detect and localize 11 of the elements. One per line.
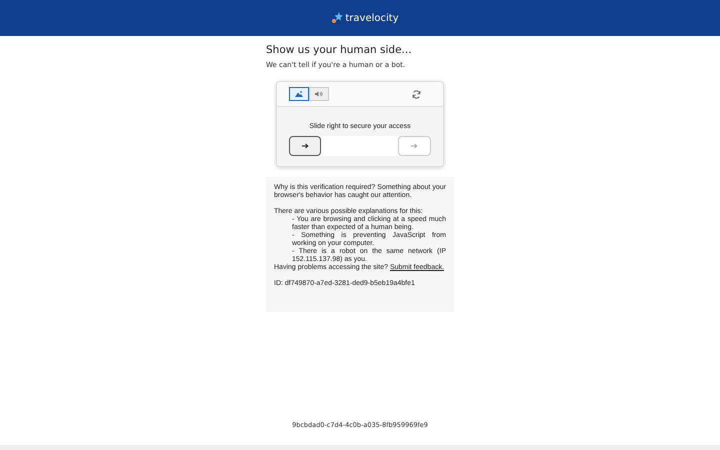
logo-icon <box>331 12 344 24</box>
page-title: Show us your human side... <box>266 44 413 56</box>
refresh-icon[interactable] <box>412 90 421 98</box>
speaker-icon <box>315 91 323 97</box>
audio-tab[interactable] <box>309 87 329 101</box>
slider-handle[interactable] <box>289 136 321 156</box>
logo-text: travelocity <box>345 12 399 24</box>
arrow-right-icon <box>411 143 418 149</box>
image-tab[interactable] <box>289 87 309 101</box>
mountain-icon <box>295 91 303 97</box>
arrow-right-icon <box>302 143 308 149</box>
